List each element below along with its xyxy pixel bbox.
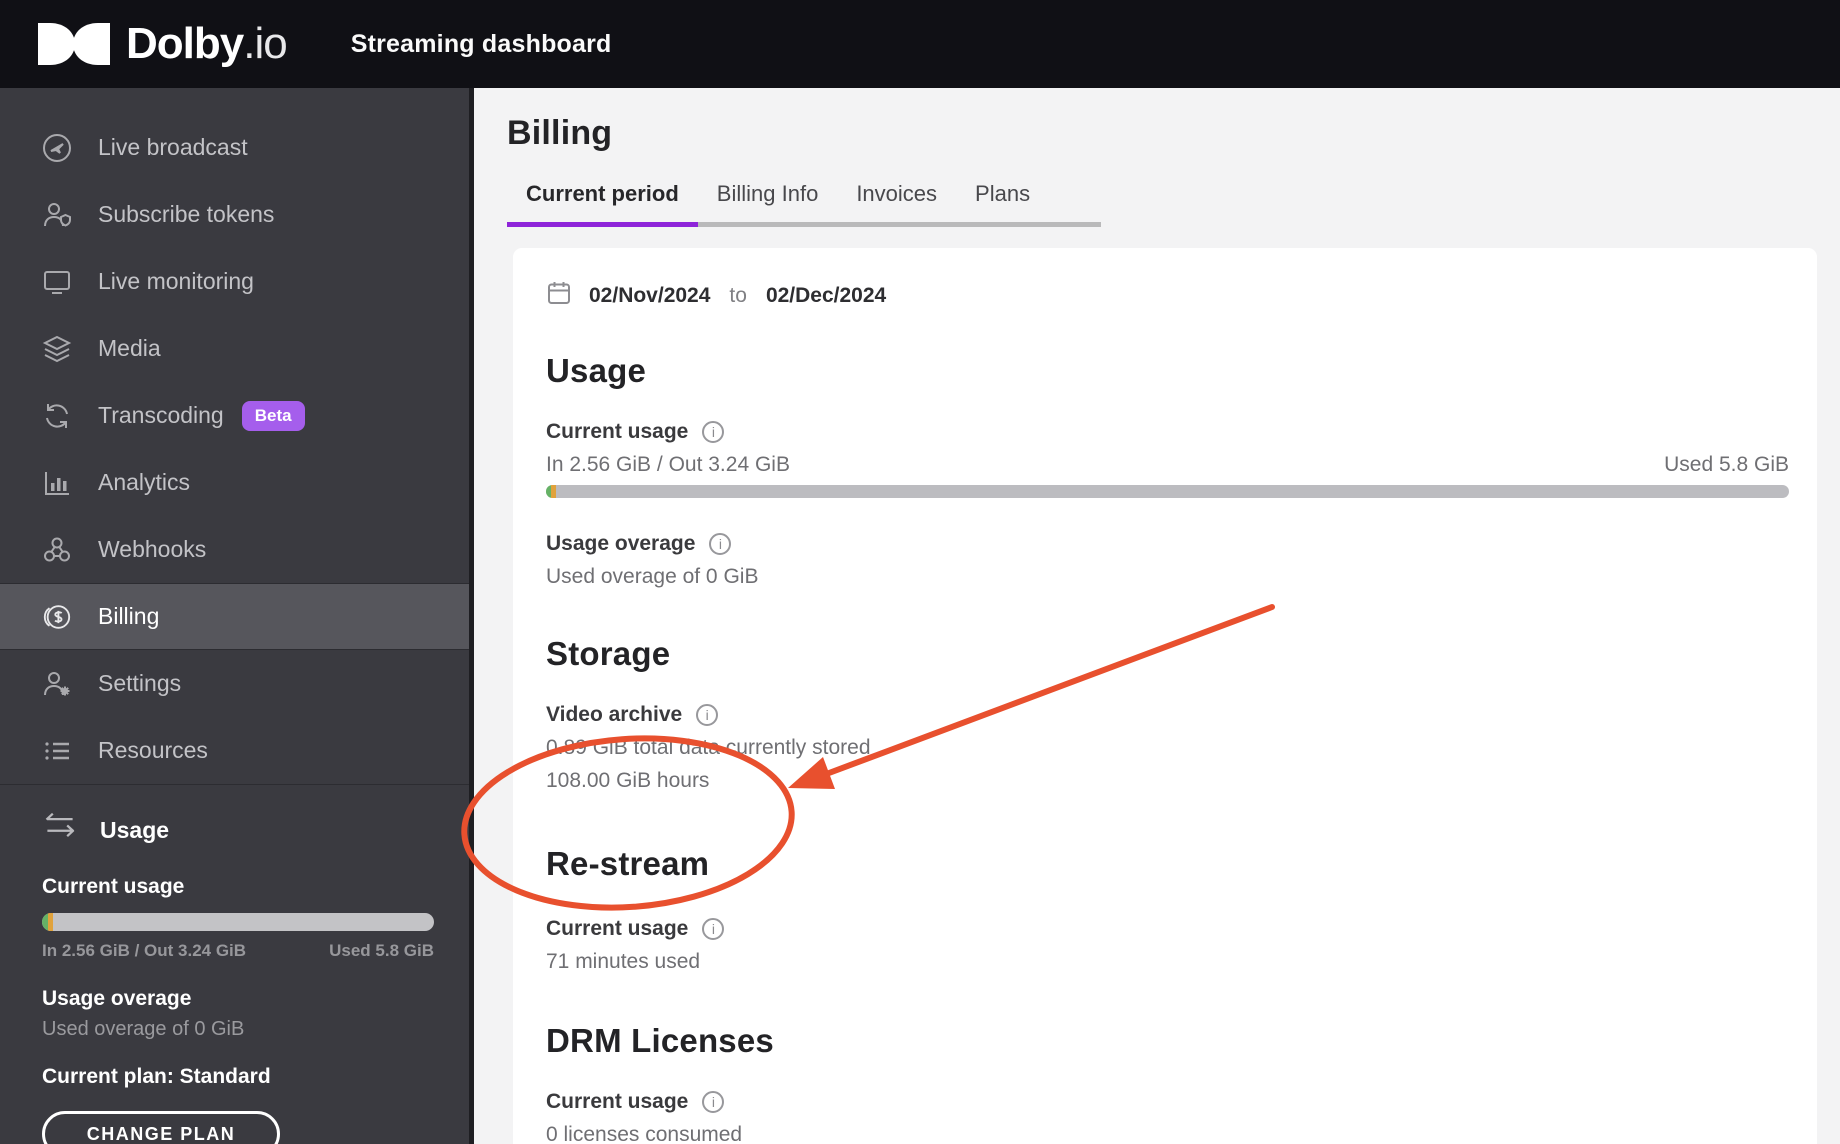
usage-in-out-value: In 2.56 GiB / Out 3.24 GiB: [546, 453, 790, 476]
sidebar: Live broadcast Subscribe tokens Live mon…: [0, 88, 474, 1144]
sidebar-item-label: Analytics: [98, 469, 191, 495]
main-content: Billing Current period Billing Info Invo…: [474, 88, 1840, 1144]
live-monitoring-icon: [42, 267, 72, 297]
dolby-double-d-icon: [36, 21, 112, 67]
drm-current-usage-label: Current usage: [546, 1090, 689, 1113]
drm-current-usage-row: Current usage i: [546, 1090, 1789, 1114]
period-joiner: to: [729, 284, 747, 307]
analytics-icon: [42, 468, 72, 498]
billing-tabs: Current period Billing Info Invoices Pla…: [507, 173, 1102, 227]
storage-section-title: Storage: [546, 635, 671, 672]
sidebar-usage-progress-bar: [42, 913, 434, 931]
sidebar-item-label: Media: [98, 335, 161, 361]
storage-hours-value: 108.00 GiB hours: [546, 769, 710, 792]
sidebar-item-label: Live broadcast: [98, 134, 248, 160]
media-icon: [42, 334, 72, 364]
webhooks-icon: [42, 535, 72, 565]
current-plan-label: Current plan: Standard: [42, 1065, 271, 1088]
usage-overage-row: Usage overage i: [546, 532, 1789, 556]
sidebar-item-label: Settings: [98, 670, 182, 696]
current-usage-label: Current usage: [42, 875, 185, 898]
logo-text: Dolby.io: [126, 19, 288, 68]
sidebar-used-value: Used 5.8 GiB: [329, 941, 434, 960]
usage-overage-value: Used overage of 0 GiB: [42, 1018, 245, 1040]
sidebar-item-label: Billing: [98, 603, 160, 629]
usage-current-usage-row: Current usage i: [546, 420, 1789, 444]
restream-current-usage-label: Current usage: [546, 917, 689, 940]
billing-period-card: 02/Nov/2024 to 02/Dec/2024 Usage Current…: [513, 248, 1817, 1144]
drm-value: 0 licenses consumed: [546, 1123, 743, 1144]
tab-plans[interactable]: Plans: [956, 173, 1049, 222]
sidebar-item-label: Transcoding: [98, 402, 224, 428]
restream-section-title: Re-stream: [546, 845, 710, 882]
restream-current-usage-row: Current usage i: [546, 917, 1789, 941]
info-icon[interactable]: i: [702, 1091, 725, 1113]
usage-arrows-icon: [42, 811, 78, 849]
sidebar-item-live-broadcast[interactable]: Live broadcast: [0, 114, 469, 181]
info-icon[interactable]: i: [696, 704, 719, 726]
sidebar-in-out-value: In 2.56 GiB / Out 3.24 GiB: [42, 941, 247, 960]
video-archive-row: Video archive i: [546, 703, 1789, 727]
storage-stored-value: 0.89 GiB total data currently stored: [546, 736, 871, 759]
beta-badge: Beta: [241, 400, 305, 431]
tab-invoices[interactable]: Invoices: [837, 173, 956, 222]
sidebar-item-resources[interactable]: Resources: [0, 717, 469, 784]
resources-icon: [42, 736, 72, 766]
settings-icon: [42, 669, 72, 699]
dolby-logo: Dolby.io: [36, 19, 288, 69]
sidebar-item-transcoding[interactable]: Transcoding Beta: [0, 382, 469, 449]
progress-out-segment: [48, 913, 53, 931]
sidebar-item-billing[interactable]: Billing: [0, 583, 469, 650]
usage-overage-value: Used overage of 0 GiB: [546, 565, 759, 588]
billing-period-row: 02/Nov/2024 to 02/Dec/2024: [546, 280, 1789, 312]
drm-section-title: DRM Licenses: [546, 1022, 774, 1059]
usage-overage-label: Usage overage: [546, 532, 696, 555]
transcoding-icon: [42, 401, 72, 431]
sidebar-item-live-monitoring[interactable]: Live monitoring: [0, 248, 469, 315]
sidebar-item-label: Subscribe tokens: [98, 201, 275, 227]
sidebar-item-subscribe-tokens[interactable]: Subscribe tokens: [0, 181, 469, 248]
usage-panel-title: Usage: [100, 816, 170, 843]
sidebar-item-media[interactable]: Media: [0, 315, 469, 382]
video-archive-label: Video archive: [546, 703, 683, 726]
calendar-icon: [546, 280, 572, 312]
sidebar-item-label: Live monitoring: [98, 268, 254, 294]
period-to: 02/Dec/2024: [765, 284, 887, 307]
info-icon[interactable]: i: [702, 918, 725, 940]
subscribe-tokens-icon: [42, 200, 72, 230]
sidebar-nav: Live broadcast Subscribe tokens Live mon…: [0, 88, 469, 784]
info-icon[interactable]: i: [709, 533, 732, 555]
tab-billing-info[interactable]: Billing Info: [698, 173, 838, 222]
restream-value: 71 minutes used: [546, 950, 701, 973]
period-from: 02/Nov/2024: [589, 284, 711, 307]
sidebar-item-analytics[interactable]: Analytics: [0, 449, 469, 516]
sidebar-item-webhooks[interactable]: Webhooks: [0, 516, 469, 583]
usage-progress-bar: [546, 485, 1789, 498]
billing-icon: [42, 602, 72, 632]
live-broadcast-icon: [42, 133, 72, 163]
header-subtitle: Streaming dashboard: [350, 29, 612, 58]
sidebar-item-label: Webhooks: [98, 536, 207, 562]
usage-overage-label: Usage overage: [42, 987, 192, 1010]
info-icon[interactable]: i: [702, 421, 725, 443]
change-plan-button[interactable]: CHANGE PLAN: [42, 1111, 280, 1144]
page-title: Billing: [507, 114, 613, 152]
usage-used-value: Used 5.8 GiB: [1664, 453, 1789, 476]
sidebar-item-label: Resources: [98, 737, 208, 763]
usage-current-usage-label: Current usage: [546, 420, 689, 443]
sidebar-usage-panel: Usage Current usage In 2.56 GiB / Out 3.…: [0, 784, 469, 1144]
usage-section-title: Usage: [546, 352, 647, 389]
progress-out-segment: [551, 485, 556, 498]
tab-current-period[interactable]: Current period: [507, 173, 698, 227]
sidebar-item-settings[interactable]: Settings: [0, 650, 469, 717]
app-header: Dolby.io Streaming dashboard: [0, 0, 1840, 88]
